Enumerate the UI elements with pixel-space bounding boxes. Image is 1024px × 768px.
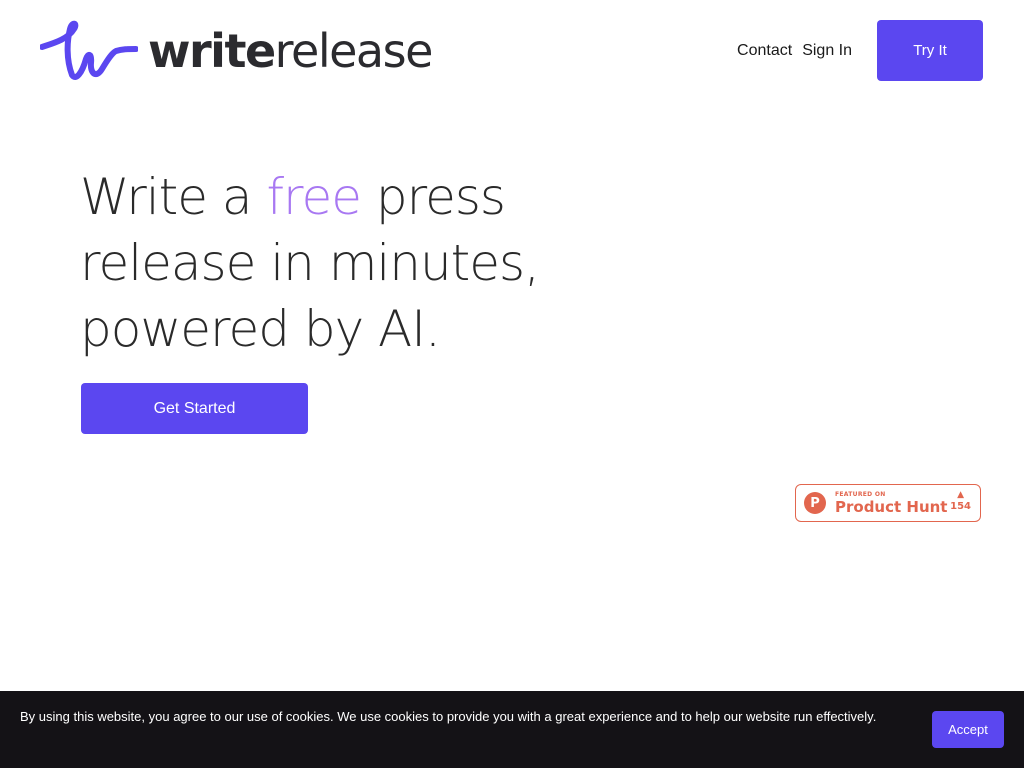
- contact-link[interactable]: Contact: [737, 42, 792, 60]
- hero-headline: Write a free press release in minutes, p…: [80, 164, 600, 362]
- product-hunt-badge[interactable]: P FEATURED ON Product Hunt ▲ 154: [795, 484, 981, 522]
- top-nav: Contact Sign In Try It: [737, 20, 983, 81]
- product-hunt-text: FEATURED ON Product Hunt: [835, 491, 947, 516]
- cookie-banner: By using this website, you agree to our …: [0, 691, 1024, 768]
- hero-headline-accent: free: [266, 168, 362, 226]
- try-it-button[interactable]: Try It: [877, 20, 983, 81]
- site-logo[interactable]: writerelease: [40, 18, 433, 84]
- writerelease-logo-icon: [40, 20, 138, 80]
- accept-cookies-button[interactable]: Accept: [932, 711, 1004, 748]
- logo-word-write: write: [148, 24, 276, 78]
- logo-word-release: release: [274, 24, 434, 78]
- page: writerelease Contact Sign In Try It Writ…: [0, 0, 1024, 768]
- product-hunt-vote-count: 154: [950, 501, 971, 512]
- cookie-message: By using this website, you agree to our …: [20, 709, 877, 724]
- product-hunt-name: Product Hunt: [835, 497, 948, 516]
- get-started-button[interactable]: Get Started: [81, 383, 308, 434]
- sign-in-link[interactable]: Sign In: [802, 42, 852, 60]
- logo-wordmark: writerelease: [148, 28, 433, 74]
- product-hunt-votes: ▲ 154: [950, 491, 971, 514]
- product-hunt-icon: P: [804, 492, 826, 514]
- hero-headline-start: Write a: [80, 168, 267, 226]
- upvote-arrow-icon: ▲: [957, 490, 965, 500]
